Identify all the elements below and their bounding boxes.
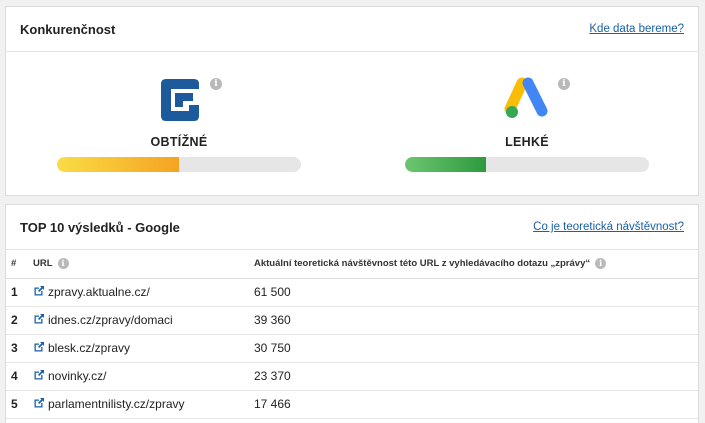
google-difficulty-bar [405, 157, 649, 172]
top10-title: TOP 10 výsledků - Google [20, 219, 180, 235]
row-number: 1 [6, 278, 33, 307]
row-traffic: 39 360 [254, 306, 698, 335]
traffic-help-link[interactable]: Co je teoretická návštěvnost? [533, 221, 684, 233]
external-link-icon[interactable] [33, 285, 45, 297]
table-row: 4 novinky.cz/ 23 370 [6, 362, 698, 391]
row-traffic: 23 370 [254, 362, 698, 391]
row-traffic: 30 750 [254, 334, 698, 363]
row-url[interactable]: novinky.cz/ [33, 362, 254, 391]
row-url-text[interactable]: parlamentnilisty.cz/zpravy [48, 397, 185, 411]
results-table: # URL i Aktuální teoretická návštěvnost t… [6, 250, 698, 419]
seznam-difficulty-bar [57, 157, 301, 172]
row-traffic: 17 466 [254, 390, 698, 419]
table-header-row: # URL i Aktuální teoretická návštěvnost t… [6, 250, 698, 279]
table-row: 5 parlamentnilisty.cz/zpravy 17 466 [6, 390, 698, 419]
row-url[interactable]: zpravy.aktualne.cz/ [33, 278, 254, 307]
google-ads-logo-icon [504, 77, 548, 118]
google-info-icon[interactable]: i [558, 78, 570, 90]
seznam-logo-icon [161, 79, 199, 121]
external-link-icon[interactable] [33, 313, 45, 325]
seznam-info-icon[interactable]: i [210, 78, 222, 90]
col-num-header: # [6, 250, 33, 279]
row-number: 3 [6, 334, 33, 363]
col-traffic-label: Aktuální teoretická návštěvnost této URL… [254, 258, 591, 270]
google-difficulty-fill [405, 157, 486, 172]
external-link-icon[interactable] [33, 341, 45, 353]
row-url-text[interactable]: novinky.cz/ [48, 369, 106, 383]
competition-card: Konkurenčnost Kde data bereme? i OBTÍŽNÉ… [5, 6, 699, 196]
table-row: 1 zpravy.aktualne.cz/ 61 500 [6, 278, 698, 307]
row-number: 2 [6, 306, 33, 335]
col-url-label: URL [33, 258, 53, 270]
row-number: 4 [6, 362, 33, 391]
competition-title: Konkurenčnost [20, 21, 116, 37]
row-url[interactable]: parlamentnilisty.cz/zpravy [33, 390, 254, 419]
row-url[interactable]: idnes.cz/zpravy/domaci [33, 306, 254, 335]
row-url-text[interactable]: zpravy.aktualne.cz/ [48, 285, 150, 299]
url-info-icon[interactable]: i [57, 258, 69, 270]
top10-header: TOP 10 výsledků - Google Co je teoretick… [6, 205, 698, 250]
table-row: 2 idnes.cz/zpravy/domaci 39 360 [6, 306, 698, 335]
row-url[interactable]: blesk.cz/zpravy [33, 334, 254, 363]
col-url-header: URL i [33, 250, 254, 279]
row-traffic: 61 500 [254, 278, 698, 307]
seznam-difficulty-label: OBTÍŽNÉ [150, 135, 208, 149]
table-row: 3 blesk.cz/zpravy 30 750 [6, 334, 698, 363]
external-link-icon[interactable] [33, 369, 45, 381]
data-source-link[interactable]: Kde data bereme? [589, 23, 684, 35]
col-traffic-header: Aktuální teoretická návštěvnost této URL… [254, 250, 698, 279]
top10-card: TOP 10 výsledků - Google Co je teoretick… [5, 204, 699, 423]
competition-header: Konkurenčnost Kde data bereme? [6, 7, 698, 52]
row-number: 5 [6, 390, 33, 419]
traffic-info-icon[interactable]: i [595, 258, 607, 270]
google-difficulty-label: LEHKÉ [505, 135, 549, 149]
seznam-difficulty-fill [57, 157, 179, 172]
row-url-text[interactable]: blesk.cz/zpravy [48, 341, 130, 355]
row-url-text[interactable]: idnes.cz/zpravy/domaci [48, 313, 173, 327]
external-link-icon[interactable] [33, 397, 45, 409]
